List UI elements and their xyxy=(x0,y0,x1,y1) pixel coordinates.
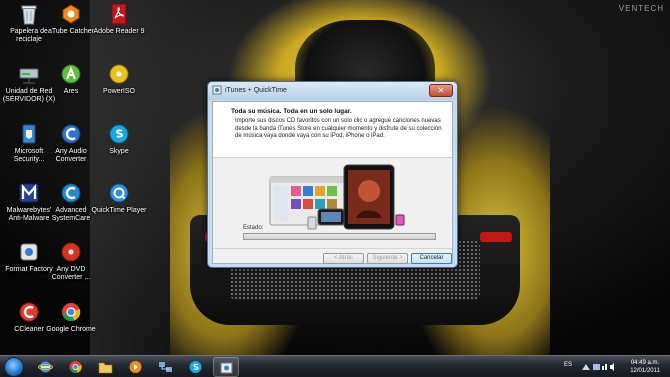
atube-catcher-icon xyxy=(62,4,80,24)
recycle-bin-icon xyxy=(21,5,37,25)
header-title: Toda su música. Toda en un solo lugar. xyxy=(231,108,352,115)
clock-time: 04:49 a.m. xyxy=(630,360,660,366)
clock[interactable]: 04:49 a.m. 12/01/2011 xyxy=(624,359,666,375)
adobe-reader-icon xyxy=(111,3,127,25)
security-essentials-icon xyxy=(22,124,36,144)
network-tray-icon[interactable] xyxy=(602,366,604,370)
installer-window: iTunes + QuickTime ✕ Toda su música. Tod… xyxy=(207,81,458,268)
itunes-installer-icon xyxy=(212,85,222,95)
desktop-icon-google-chrome[interactable]: Google Chrome xyxy=(42,300,100,334)
taskbar-button-media-player[interactable] xyxy=(123,357,149,377)
system-tray-icons[interactable] xyxy=(580,361,616,373)
taskbar: ES 04:49 a.m. 12/01/2011 xyxy=(0,355,670,377)
chrome-taskbar-icon xyxy=(69,361,82,373)
close-button[interactable]: ✕ xyxy=(429,84,453,97)
show-hidden-icons-icon[interactable] xyxy=(582,364,590,370)
desktop: VENTECH Papelera de reciclaje Unidad de … xyxy=(0,0,670,355)
taskbar-button-explorer[interactable] xyxy=(93,357,119,377)
action-center-icon[interactable] xyxy=(593,364,600,370)
status-label: Estado: xyxy=(243,225,264,231)
any-audio-converter-icon xyxy=(61,124,81,144)
skype-icon xyxy=(109,124,129,144)
network-map-icon xyxy=(159,362,172,372)
ares-icon xyxy=(61,64,81,84)
cancel-button[interactable]: Cancelar xyxy=(411,253,452,264)
poweriso-icon xyxy=(109,64,129,84)
malwarebytes-icon xyxy=(19,183,39,203)
internet-explorer-icon xyxy=(38,361,53,373)
wallpaper-tail-light-right xyxy=(480,232,512,242)
next-button[interactable]: Siguiente > xyxy=(367,253,408,264)
promo-devices-image xyxy=(269,164,405,230)
button-separator xyxy=(213,248,452,249)
desktop-icon-quicktime[interactable]: QuickTime Player xyxy=(90,181,148,215)
explorer-folder-icon xyxy=(98,362,113,374)
start-button[interactable] xyxy=(4,357,24,377)
volume-icon[interactable] xyxy=(610,363,614,371)
taskbar-button-chrome[interactable] xyxy=(63,357,89,377)
desktop-icon-poweriso[interactable]: PowerISO xyxy=(90,62,148,96)
skype-taskbar-icon xyxy=(189,361,202,373)
desktop-icon-any-dvd-converter[interactable]: Any DVD Converter ... xyxy=(42,240,100,282)
desktop-icon-skype[interactable]: Skype xyxy=(90,122,148,156)
back-button[interactable]: < Atrás xyxy=(323,253,364,264)
taskbar-button-itunes-installer[interactable] xyxy=(213,357,239,377)
ccleaner-icon xyxy=(19,302,39,322)
progress-bar xyxy=(243,233,436,240)
media-player-icon xyxy=(129,361,142,373)
language-indicator[interactable]: ES xyxy=(564,362,572,368)
taskbar-button-internet-explorer[interactable] xyxy=(33,357,59,377)
google-chrome-icon xyxy=(62,303,81,322)
taskbar-button-network[interactable] xyxy=(153,357,179,377)
itunes-installer-icon xyxy=(220,362,233,374)
network-drive-icon xyxy=(19,68,39,84)
header-description: Importe sus discos CD favoritos con un s… xyxy=(235,118,442,139)
dialog-header: Toda su música. Toda en un solo lugar. I… xyxy=(213,102,452,158)
wallpaper-watermark: VENTECH xyxy=(618,4,664,13)
dialog-client-area: Toda su música. Toda en un solo lugar. I… xyxy=(212,101,453,264)
window-titlebar[interactable]: iTunes + QuickTime ✕ xyxy=(208,82,457,100)
advanced-systemcare-icon xyxy=(61,183,81,203)
desktop-icon-adobe-reader[interactable]: Adobe Reader 9 xyxy=(90,2,148,36)
clock-date: 12/01/2011 xyxy=(630,368,660,374)
taskbar-button-skype[interactable] xyxy=(183,357,209,377)
quicktime-icon xyxy=(109,183,129,203)
window-title: iTunes + QuickTime xyxy=(225,87,287,94)
format-factory-icon xyxy=(20,243,38,261)
any-dvd-converter-icon xyxy=(61,242,81,262)
